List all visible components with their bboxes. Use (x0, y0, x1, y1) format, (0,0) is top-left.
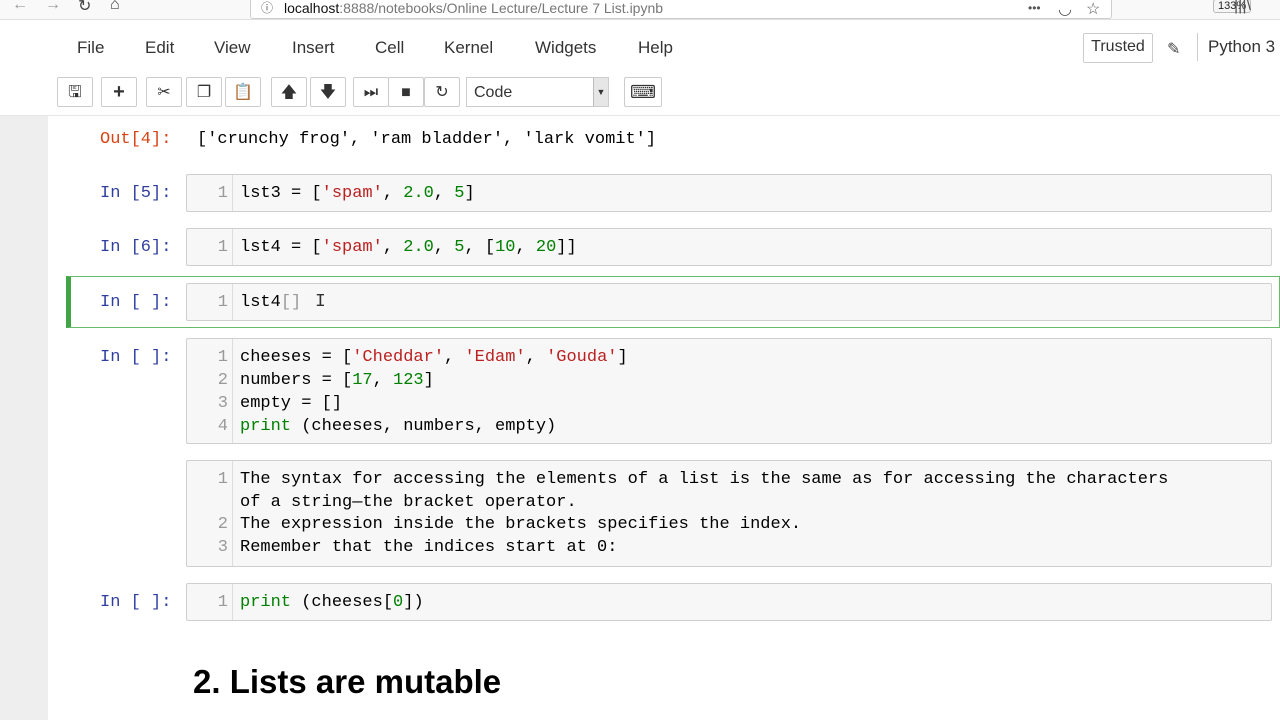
cut-button[interactable]: ✂ (146, 77, 182, 107)
text-cursor-icon: I (315, 292, 326, 312)
copy-button[interactable]: ❐ (186, 77, 222, 107)
raw-text-line[interactable]: of a string—the bracket operator. (240, 493, 577, 512)
keyboard-shortcuts-button[interactable]: ⌨ (624, 77, 662, 107)
trusted-indicator[interactable]: Trusted (1083, 33, 1153, 63)
code-line[interactable]: print (cheeses[0]) (240, 593, 424, 612)
code-line[interactable]: empty = [] (240, 394, 342, 413)
input-prompt: In [ ]: (100, 293, 172, 312)
restart-button[interactable]: ↻ (424, 77, 460, 107)
raw-text-line[interactable]: The expression inside the brackets speci… (240, 515, 801, 534)
line-number: 1 (217, 238, 228, 257)
url-text[interactable]: localhost:8888/notebooks/Online Lecture/… (284, 0, 663, 16)
input-prompt: In [ ]: (100, 348, 172, 367)
address-bar[interactable]: ⓘ localhost:8888/notebooks/Online Lectur… (250, 0, 1252, 19)
info-icon[interactable]: ⓘ (261, 0, 273, 16)
pocket-icon[interactable]: ◡ (1058, 0, 1072, 19)
raw-text-line[interactable]: The syntax for accessing the elements of… (240, 470, 1168, 489)
back-icon[interactable]: ← (12, 0, 28, 14)
input-prompt: In [6]: (100, 238, 172, 257)
line-gutter: 1 (187, 229, 233, 265)
interrupt-button[interactable]: ■ (388, 77, 424, 107)
menu-edit[interactable]: Edit (145, 38, 174, 58)
code-line[interactable]: lst4[] (240, 293, 301, 312)
input-prompt: In [ ]: (100, 593, 172, 612)
cell-type-select[interactable]: Code ▼ (466, 77, 609, 107)
markdown-heading: 2. Lists are mutable (193, 663, 502, 700)
page-actions-icon[interactable]: ••• (1028, 1, 1041, 15)
menu-cell[interactable]: Cell (375, 38, 404, 58)
save-button[interactable]: 🖫 (57, 77, 93, 107)
line-number: 1 (217, 184, 228, 203)
menu-widgets[interactable]: Widgets (535, 38, 596, 58)
line-gutter: 1 2 3 (187, 461, 233, 566)
home-icon[interactable]: ⌂ (110, 0, 120, 14)
run-button[interactable]: ⏭ (353, 77, 389, 107)
line-gutter: 1 (187, 584, 233, 620)
code-cell-print[interactable]: 1 print (cheeses[0]) (186, 583, 1272, 621)
line-number: 2 (217, 515, 228, 534)
bookmark-star-icon[interactable]: ☆ (1086, 0, 1100, 19)
line-number: 3 (217, 394, 228, 413)
code-line[interactable]: print (cheeses, numbers, empty) (240, 417, 556, 436)
menu-insert[interactable]: Insert (292, 38, 335, 58)
move-up-button[interactable]: 🡅 (271, 77, 307, 107)
browser-toolbar: ← → ↻ ⌂ ⓘ localhost:8888/notebooks/Onlin… (0, 0, 1280, 20)
forward-icon[interactable]: → (45, 0, 61, 14)
line-number: 1 (217, 593, 228, 612)
output-prompt: Out[4]: (100, 130, 172, 149)
notebook-header: File Edit View Insert Cell Kernel Widget… (0, 20, 1280, 116)
line-number: 2 (217, 371, 228, 390)
code-cell-cheeses[interactable]: 1 2 3 4 cheeses = ['Cheddar', 'Edam', 'G… (186, 338, 1272, 444)
page-margin (0, 116, 48, 720)
library-icon[interactable]: |||\ (1234, 0, 1251, 15)
menu-view[interactable]: View (214, 38, 251, 58)
reload-icon[interactable]: ↻ (78, 0, 91, 16)
code-line[interactable]: cheeses = ['Cheddar', 'Edam', 'Gouda'] (240, 348, 628, 367)
raw-cell[interactable]: 1 2 3 The syntax for accessing the eleme… (186, 460, 1272, 567)
cell-type-value: Code (474, 84, 513, 101)
input-prompt: In [5]: (100, 184, 172, 203)
line-gutter: 1 2 3 4 (187, 339, 233, 443)
menu-kernel[interactable]: Kernel (444, 38, 493, 58)
output-text: ['crunchy frog', 'ram bladder', 'lark vo… (197, 130, 657, 149)
line-number: 1 (217, 348, 228, 367)
code-cell-active[interactable]: 1 lst4[] (186, 283, 1272, 321)
line-number: 4 (217, 417, 228, 436)
line-number: 3 (217, 538, 228, 557)
move-down-button[interactable]: 🡇 (310, 77, 346, 107)
code-cell-lst4[interactable]: 1 lst4 = ['spam', 2.0, 5, [10, 20]] (186, 228, 1272, 266)
kernel-indicator: Python 3 (1197, 33, 1280, 61)
code-cell-lst3[interactable]: 1 lst3 = ['spam', 2.0, 5] (186, 174, 1272, 212)
chevron-down-icon[interactable]: ▼ (593, 78, 608, 106)
pencil-icon[interactable]: ✎ (1167, 39, 1180, 59)
paste-button[interactable]: 📋 (225, 77, 261, 107)
line-gutter: 1 (187, 284, 233, 320)
line-number: 1 (217, 293, 228, 312)
menu-help[interactable]: Help (638, 38, 673, 58)
code-line[interactable]: numbers = [17, 123] (240, 371, 434, 390)
insert-cell-button[interactable]: + (101, 77, 137, 107)
line-number: 1 (217, 470, 228, 489)
line-gutter: 1 (187, 175, 233, 211)
raw-text-line[interactable]: Remember that the indices start at 0: (240, 538, 617, 557)
code-line[interactable]: lst3 = ['spam', 2.0, 5] (240, 184, 475, 203)
code-line[interactable]: lst4 = ['spam', 2.0, 5, [10, 20]] (240, 238, 577, 257)
menu-file[interactable]: File (77, 38, 104, 58)
